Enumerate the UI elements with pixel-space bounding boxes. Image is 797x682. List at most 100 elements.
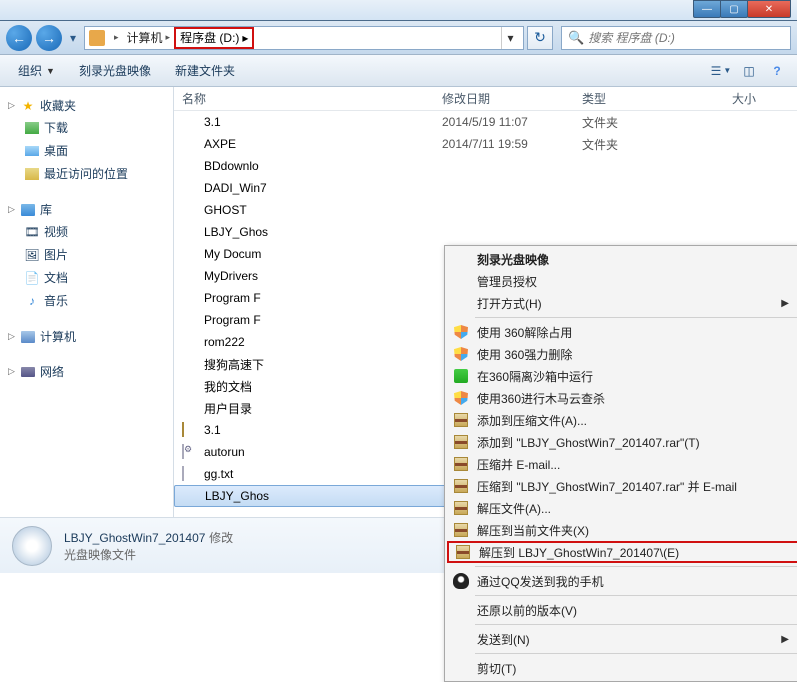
preview-pane-button[interactable]: ◫ (737, 60, 761, 82)
context-menu-item[interactable]: 添加到压缩文件(A)... (447, 409, 797, 431)
file-row[interactable]: DADI_Win7 (174, 177, 797, 199)
music-icon: ♪ (24, 293, 40, 309)
folder-icon (182, 224, 198, 240)
disc-image-icon (183, 488, 199, 504)
column-date[interactable]: 修改日期 (434, 90, 574, 107)
menu-item-label: 添加到压缩文件(A)... (477, 412, 587, 429)
context-menu-item[interactable]: 剪切(T) (447, 657, 797, 679)
shield-icon (452, 389, 470, 407)
column-name[interactable]: 名称 (174, 90, 434, 107)
context-menu-item[interactable]: 解压到 LBJY_GhostWin7_201407\(E) (447, 541, 797, 563)
view-options-button[interactable]: ☰▼ (709, 60, 733, 82)
menu-item-label: 管理员授权 (477, 273, 537, 290)
organize-button[interactable]: 组织▼ (8, 59, 65, 82)
breadcrumb-drive-highlighted[interactable]: 程序盘 (D:)▸ (174, 27, 254, 49)
sandbox-icon (452, 367, 470, 385)
sidebar-item-music[interactable]: ♪音乐 (4, 289, 169, 312)
nav-history-dropdown[interactable]: ▾ (66, 27, 80, 49)
context-menu-item[interactable]: 打开方式(H)▶ (447, 292, 797, 314)
folder-icon (182, 202, 198, 218)
window-maximize-button[interactable]: ▢ (720, 0, 748, 18)
menu-item-label: 压缩到 "LBJY_GhostWin7_201407.rar" 并 E-mail (477, 478, 737, 495)
network-icon (21, 367, 35, 377)
video-icon: 🎞 (24, 224, 40, 240)
breadcrumb-root[interactable]: ▸ (107, 32, 123, 43)
menu-separator (475, 653, 797, 654)
context-menu-item[interactable]: 还原以前的版本(V) (447, 599, 797, 621)
sidebar-item-pictures[interactable]: 🖼图片 (4, 243, 169, 266)
folder-icon (182, 158, 198, 174)
file-type: 文件夹 (574, 136, 664, 153)
folder-icon (182, 312, 198, 328)
window-close-button[interactable]: ✕ (747, 0, 791, 18)
column-headers: 名称 修改日期 类型 大小 (174, 87, 797, 111)
sidebar-item-recent[interactable]: 最近访问的位置 (4, 162, 169, 185)
sidebar-item-desktop[interactable]: 桌面 (4, 139, 169, 162)
menu-item-label: 发送到(N) (477, 631, 530, 648)
address-bar[interactable]: ▸ 计算机▸ 程序盘 (D:)▸ ▾ (84, 26, 524, 50)
burn-image-button[interactable]: 刻录光盘映像 (69, 59, 161, 82)
file-name-label: rom222 (204, 335, 245, 349)
context-menu-item[interactable]: 解压到当前文件夹(X) (447, 519, 797, 541)
address-row: ← → ▾ ▸ 计算机▸ 程序盘 (D:)▸ ▾ ↻ 🔍 (0, 21, 797, 55)
menu-separator (475, 317, 797, 318)
context-menu-item[interactable]: 压缩到 "LBJY_GhostWin7_201407.rar" 并 E-mail (447, 475, 797, 497)
file-name-label: GHOST (204, 203, 247, 217)
breadcrumb-computer[interactable]: 计算机▸ (123, 29, 175, 46)
context-menu-item[interactable]: 解压文件(A)... (447, 497, 797, 519)
sidebar-item-documents[interactable]: 📄文档 (4, 266, 169, 289)
context-menu-item[interactable]: 使用 360强力删除 (447, 343, 797, 365)
context-menu-item[interactable]: 发送到(N)▶ (447, 628, 797, 650)
column-size[interactable]: 大小 (664, 90, 764, 107)
nav-forward-button[interactable]: → (36, 25, 62, 51)
menu-item-label: 解压文件(A)... (477, 500, 551, 517)
menu-separator (475, 566, 797, 567)
details-file-icon (12, 526, 52, 566)
file-row[interactable]: LBJY_Ghos (174, 221, 797, 243)
sidebar-item-videos[interactable]: 🎞视频 (4, 220, 169, 243)
context-menu-item[interactable]: 使用 360解除占用 (447, 321, 797, 343)
context-menu-item[interactable]: 使用360进行木马云查杀 (447, 387, 797, 409)
star-icon: ★ (20, 98, 36, 114)
folder-icon (182, 290, 198, 306)
file-name-label: LBJY_Ghos (204, 225, 268, 239)
menu-item-label: 在360隔离沙箱中运行 (477, 368, 593, 385)
context-menu-item[interactable]: 在360隔离沙箱中运行 (447, 365, 797, 387)
file-name-label: Program F (204, 313, 261, 327)
refresh-button[interactable]: ↻ (527, 26, 553, 50)
file-name-label: autorun (204, 445, 245, 459)
file-name-label: 搜狗高速下 (204, 356, 264, 373)
window-titlebar: — ▢ ✕ (0, 0, 797, 21)
nav-back-button[interactable]: ← (6, 25, 32, 51)
folder-icon (182, 400, 198, 416)
new-folder-button[interactable]: 新建文件夹 (165, 59, 245, 82)
sidebar-item-downloads[interactable]: 下载 (4, 116, 169, 139)
search-box[interactable]: 🔍 (561, 26, 791, 50)
context-menu-item[interactable]: 管理员授权 (447, 270, 797, 292)
context-menu-item[interactable]: 通过QQ发送到我的手机 (447, 570, 797, 592)
menu-item-label: 解压到 LBJY_GhostWin7_201407\(E) (479, 544, 679, 561)
file-row[interactable]: 3.12014/5/19 11:07文件夹 (174, 111, 797, 133)
library-icon (21, 204, 35, 216)
sidebar-network-header[interactable]: ▷网络 (4, 361, 169, 382)
sidebar-favorites-header[interactable]: ▷★收藏夹 (4, 95, 169, 116)
search-input[interactable] (588, 31, 784, 45)
computer-icon (21, 331, 35, 343)
details-meta-label: 修改 (209, 531, 233, 545)
file-name-label: 我的文档 (204, 378, 252, 395)
window-minimize-button[interactable]: — (693, 0, 721, 18)
sidebar-libraries-header[interactable]: ▷库 (4, 199, 169, 220)
context-menu-item[interactable]: 添加到 "LBJY_GhostWin7_201407.rar"(T) (447, 431, 797, 453)
menu-item-label: 压缩并 E-mail... (477, 456, 560, 473)
file-row[interactable]: GHOST (174, 199, 797, 221)
context-menu-item[interactable]: 刻录光盘映像 (447, 248, 797, 270)
file-list-area: 名称 修改日期 类型 大小 3.12014/5/19 11:07文件夹AXPE2… (174, 87, 797, 517)
file-row[interactable]: AXPE2014/7/11 19:59文件夹 (174, 133, 797, 155)
file-row[interactable]: BDdownlo (174, 155, 797, 177)
context-menu-item[interactable]: 压缩并 E-mail... (447, 453, 797, 475)
address-history-button[interactable]: ▾ (501, 27, 519, 49)
text-file-icon (182, 466, 198, 482)
column-type[interactable]: 类型 (574, 90, 664, 107)
help-button[interactable]: ? (765, 60, 789, 82)
sidebar-computer-header[interactable]: ▷计算机 (4, 326, 169, 347)
